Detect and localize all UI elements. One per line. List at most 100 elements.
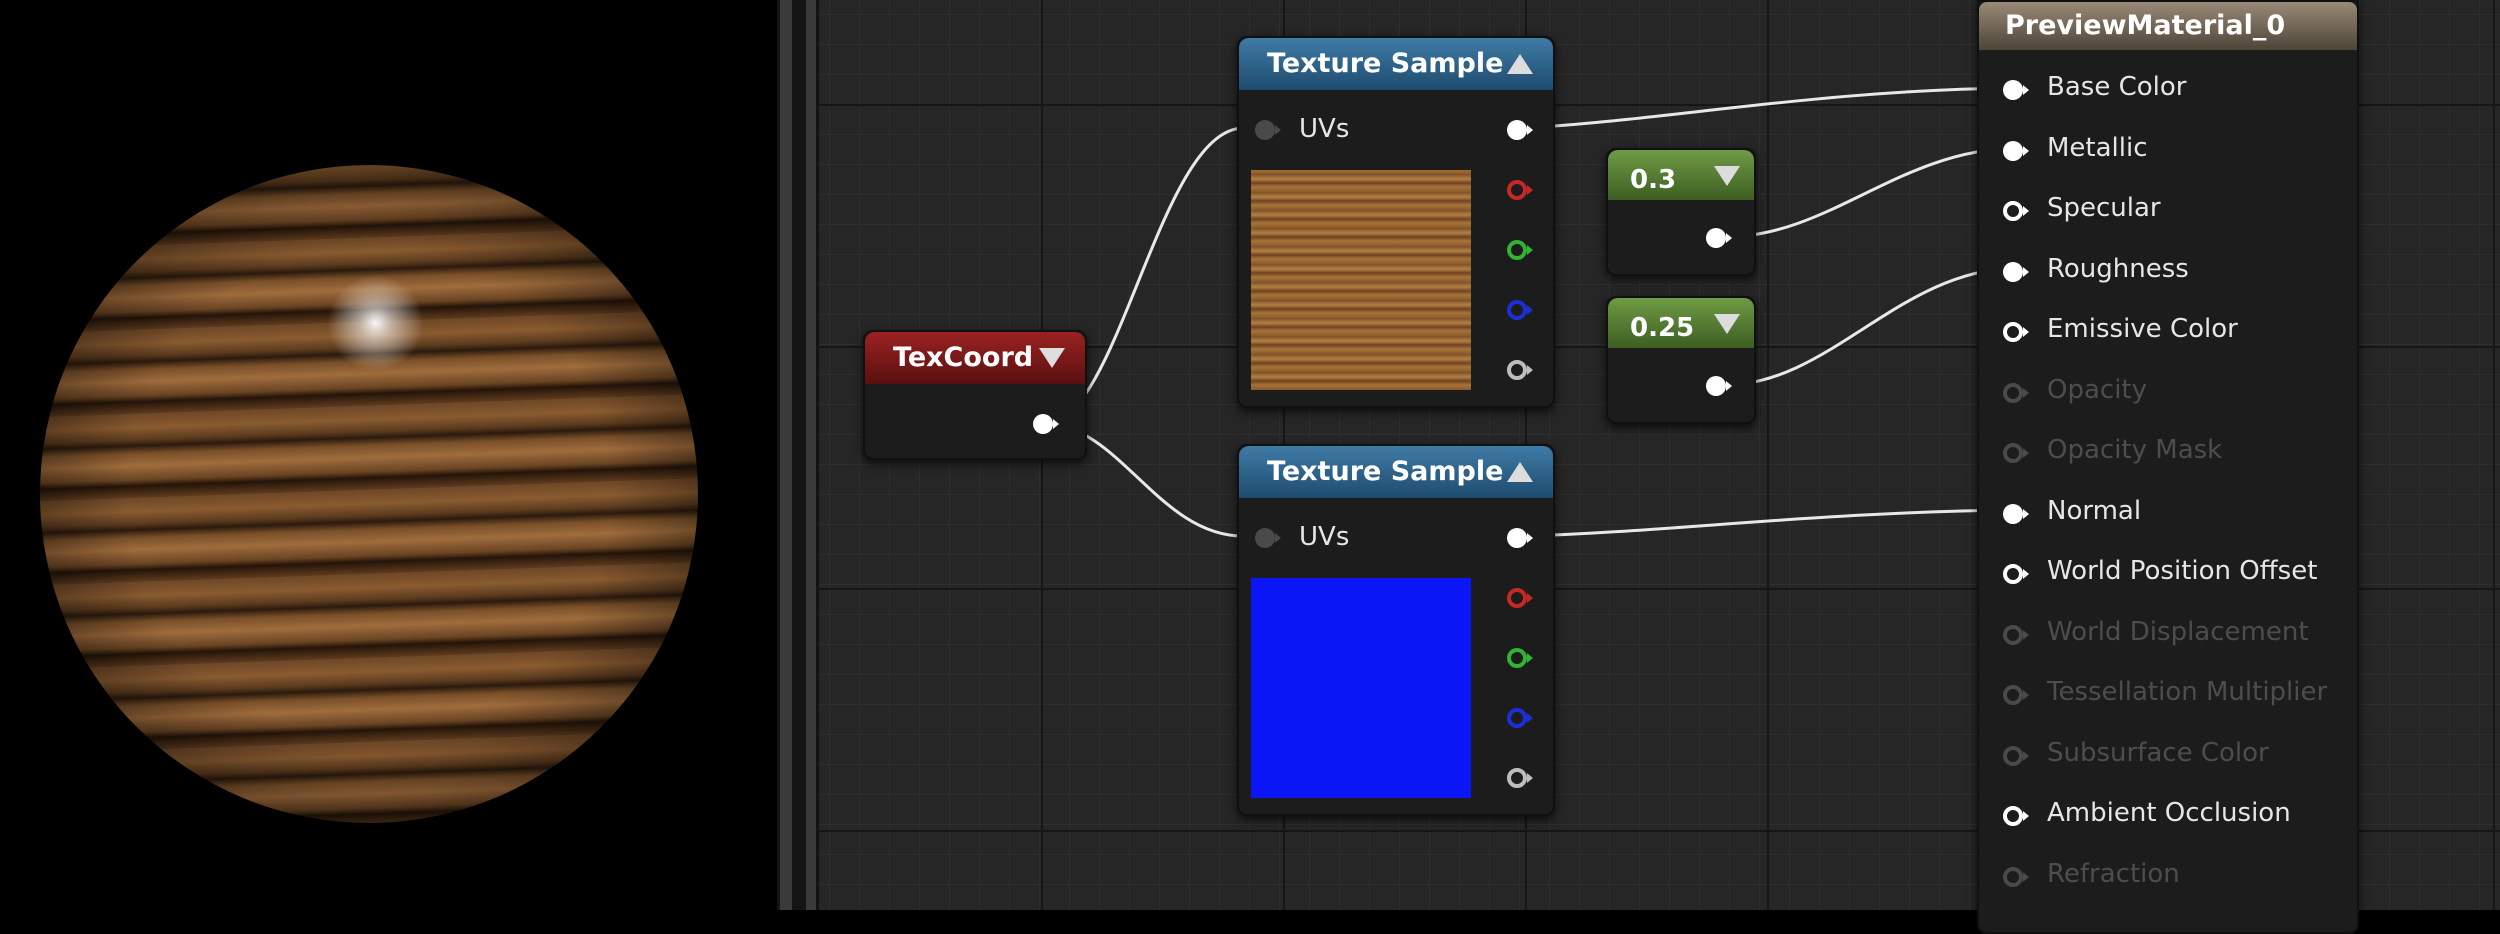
texture-sample-2-rgb-output[interactable]: [1507, 528, 1533, 548]
pin-dot-icon: [2003, 745, 2023, 766]
material-input-pin[interactable]: [2003, 564, 2029, 584]
material-input-pin: [2003, 624, 2029, 645]
texture-sample-2-header[interactable]: Texture Sample: [1239, 446, 1553, 498]
material-input-pin[interactable]: [2003, 80, 2029, 100]
pin-dot-icon: [2003, 564, 2023, 584]
texture-sample-1-header[interactable]: Texture Sample: [1239, 38, 1553, 90]
material-input-label: Ambient Occlusion: [2047, 798, 2291, 828]
material-input-pin: [2003, 443, 2029, 463]
texture-sample-1-rgb-output[interactable]: [1507, 120, 1533, 140]
texture-sample-1-b-output[interactable]: [1507, 300, 1533, 320]
material-input-pin: [2003, 745, 2029, 766]
texture-sample-1-g-output[interactable]: [1507, 240, 1533, 260]
texture-sample-1-uvs-pin[interactable]: [1255, 120, 1281, 140]
constant-node-1[interactable]: 0.3: [1606, 148, 1756, 276]
pin-arrow-icon: [2023, 871, 2029, 882]
pin-arrow-icon: [1275, 533, 1281, 543]
constant-2-header[interactable]: 0.25: [1608, 298, 1754, 348]
collapse-arrow-icon[interactable]: [1039, 348, 1065, 368]
material-input-pin: [2003, 866, 2029, 887]
texcoord-node-header[interactable]: TexCoord: [865, 332, 1085, 384]
wood-texture-thumbnail: [1251, 170, 1471, 390]
collapse-arrow-icon[interactable]: [1507, 462, 1533, 482]
wire-const1-to-metallic: [1724, 146, 2017, 239]
pin-arrow-icon: [1527, 185, 1533, 195]
material-input-label: World Displacement: [2047, 616, 2309, 647]
texture-sample-1-title: Texture Sample: [1267, 48, 1504, 79]
pin-arrow-icon: [2023, 85, 2029, 95]
material-input-pin[interactable]: [2003, 503, 2029, 524]
pin-arrow-icon: [1053, 419, 1059, 429]
pin-arrow-icon: [1527, 365, 1533, 375]
texture-sample-1-uvs-label: UVs: [1299, 114, 1350, 144]
pin-arrow-icon: [2023, 690, 2029, 700]
material-input-pin[interactable]: [2003, 322, 2029, 342]
pin-dot-icon: [1507, 648, 1527, 668]
constant-1-header[interactable]: 0.3: [1608, 150, 1754, 200]
normal-map-thumbnail: [1251, 578, 1471, 798]
texture-sample-2-uvs-label: UVs: [1299, 522, 1350, 552]
material-input-pin[interactable]: [2003, 806, 2029, 826]
material-graph-canvas[interactable]: TexCoord Texture Sample UVs Texture Samp…: [819, 0, 2500, 934]
pin-dot-icon: [2003, 503, 2023, 524]
pin-arrow-icon: [2023, 569, 2029, 579]
material-input-label: Refraction: [2047, 858, 2180, 889]
pin-arrow-icon: [1527, 593, 1533, 603]
pin-dot-icon: [1507, 768, 1527, 788]
pin-arrow-icon: [1726, 233, 1732, 243]
material-preview-viewport[interactable]: [0, 0, 777, 910]
material-input-label: Specular: [2047, 193, 2161, 223]
texcoord-node-title: TexCoord: [893, 342, 1034, 373]
pin-arrow-icon: [2023, 750, 2029, 761]
constant-1-output-pin[interactable]: [1706, 228, 1732, 248]
material-input-pin[interactable]: [2003, 261, 2029, 282]
texture-sample-1-a-output[interactable]: [1507, 360, 1533, 380]
texture-sample-node-2[interactable]: Texture Sample UVs: [1237, 444, 1555, 816]
material-input-pin[interactable]: [2003, 201, 2029, 221]
pin-arrow-icon: [1527, 245, 1533, 255]
pin-dot-icon: [2003, 443, 2023, 463]
pin-dot-icon: [1507, 120, 1527, 140]
texture-sample-2-g-output[interactable]: [1507, 648, 1533, 668]
pin-dot-icon: [1507, 708, 1527, 728]
pin-arrow-icon: [1527, 773, 1533, 783]
texture-sample-2-b-output[interactable]: [1507, 708, 1533, 728]
pin-dot-icon: [1706, 376, 1726, 396]
pin-dot-icon: [2003, 80, 2023, 100]
material-input-label: Normal: [2047, 495, 2142, 526]
material-input-label: Base Color: [2047, 72, 2187, 102]
material-input-label: Opacity Mask: [2047, 435, 2223, 465]
material-input-pin: [2003, 382, 2029, 403]
pin-dot-icon: [2003, 261, 2023, 282]
collapse-arrow-icon[interactable]: [1507, 54, 1533, 74]
texture-sample-1-r-output[interactable]: [1507, 180, 1533, 200]
texture-sample-node-1[interactable]: Texture Sample UVs: [1237, 36, 1555, 408]
material-node-header[interactable]: PreviewMaterial_0: [1979, 2, 2357, 50]
collapse-arrow-icon[interactable]: [1714, 314, 1740, 334]
texture-sample-2-uvs-pin[interactable]: [1255, 528, 1281, 548]
material-node-title: PreviewMaterial_0: [2005, 10, 2286, 41]
material-input-pin[interactable]: [2003, 140, 2029, 161]
pin-dot-icon: [1507, 528, 1527, 548]
pin-dot-icon: [1507, 588, 1527, 608]
material-result-node[interactable]: PreviewMaterial_0 Base Color Metallic Spec…: [1977, 0, 2359, 934]
constant-2-output-pin[interactable]: [1706, 376, 1732, 396]
material-input-label: Roughness: [2047, 253, 2189, 284]
texcoord-output-pin[interactable]: [1033, 414, 1059, 434]
collapse-arrow-icon[interactable]: [1714, 166, 1740, 186]
material-input-label: World Position Offset: [2047, 556, 2318, 586]
pin-arrow-icon: [2023, 206, 2029, 216]
pin-dot-icon: [2003, 382, 2023, 403]
texture-sample-2-a-output[interactable]: [1507, 768, 1533, 788]
material-input-label: Metallic: [2047, 132, 2148, 163]
texture-sample-2-r-output[interactable]: [1507, 588, 1533, 608]
pin-dot-icon: [2003, 685, 2023, 705]
texcoord-node[interactable]: TexCoord: [863, 330, 1087, 460]
constant-node-2[interactable]: 0.25: [1606, 296, 1756, 424]
splitter-bar-secondary: [806, 0, 816, 910]
material-input-label: Emissive Color: [2047, 314, 2238, 344]
pin-dot-icon: [2003, 624, 2023, 645]
pin-dot-icon: [2003, 322, 2023, 342]
splitter-bar: [780, 0, 792, 910]
pin-arrow-icon: [1275, 125, 1281, 135]
